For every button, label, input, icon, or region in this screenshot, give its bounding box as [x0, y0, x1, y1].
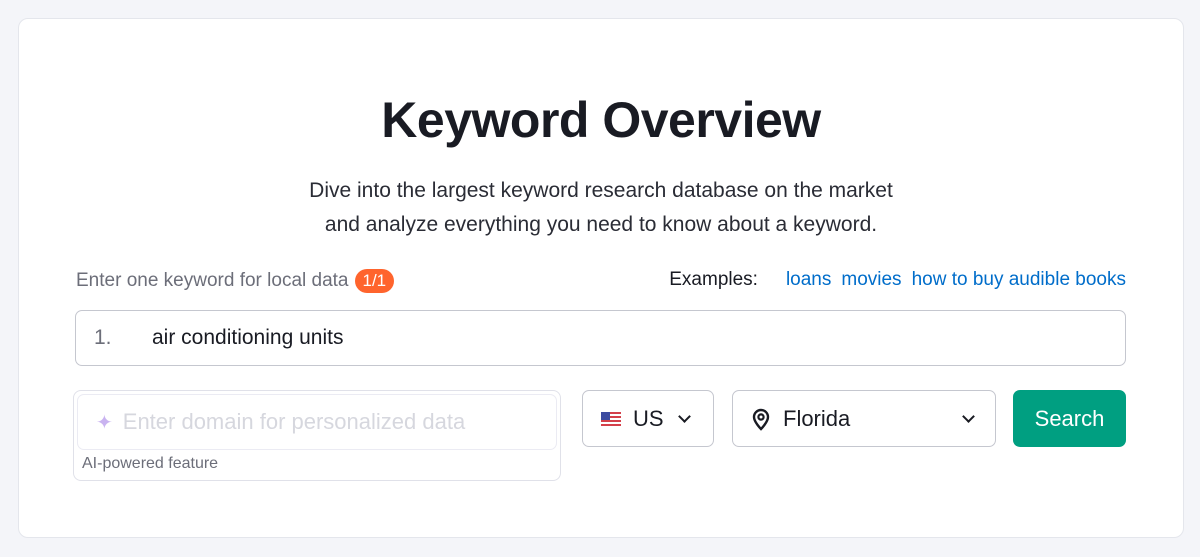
ai-feature-note: AI-powered feature [82, 455, 219, 472]
row-number: 1. [94, 326, 112, 349]
us-flag-icon [601, 411, 621, 426]
chevron-down-icon [962, 409, 975, 423]
location-pin-icon [752, 408, 770, 431]
example-link-movies[interactable]: movies [841, 269, 901, 291]
page-subtitle: Dive into the largest keyword research d… [19, 174, 1183, 242]
page-title: Keyword Overview [381, 92, 821, 148]
subtitle-line: and analyze everything you need to know … [324, 213, 878, 236]
keyword-value[interactable]: air conditioning units [152, 326, 343, 350]
example-link-audible[interactable]: how to buy audible books [912, 269, 1126, 291]
examples: Examples: loans movies how to buy audibl… [669, 269, 1126, 291]
domain-field[interactable]: ✦ [77, 394, 557, 450]
keyword-label: Enter one keyword for local data 1/1 [76, 269, 395, 293]
example-link-loans[interactable]: loans [786, 269, 831, 291]
location-select[interactable]: Florida [732, 390, 996, 447]
keyword-input[interactable]: 1. air conditioning units [75, 310, 1126, 366]
keyword-label-text: Enter one keyword for local data [76, 270, 349, 291]
country-value: US [633, 405, 664, 431]
domain-field-wrapper: ✦ AI-powered feature [73, 390, 561, 481]
examples-label: Examples: [669, 269, 758, 290]
count-badge: 1/1 [354, 269, 395, 293]
search-button[interactable]: Search [1013, 390, 1126, 447]
chevron-down-icon [677, 409, 691, 423]
sparkle-icon: ✦ [96, 411, 113, 434]
location-value: Florida [783, 405, 851, 431]
domain-input[interactable] [122, 409, 523, 435]
country-select[interactable]: US [582, 390, 714, 447]
subtitle-line: Dive into the largest keyword research d… [309, 179, 893, 202]
